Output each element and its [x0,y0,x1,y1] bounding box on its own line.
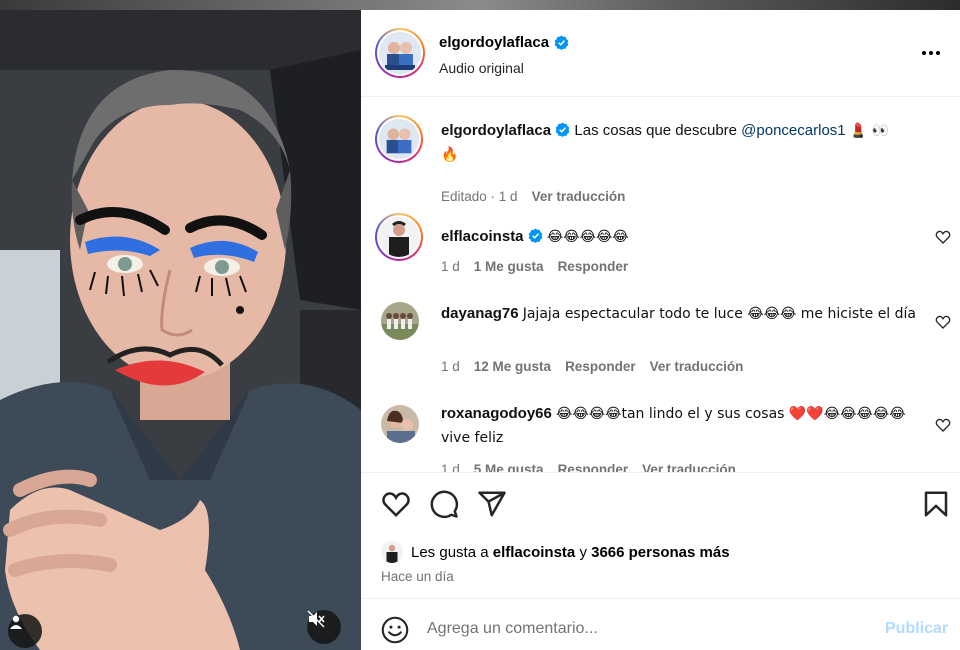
commenter-avatar[interactable] [381,302,419,340]
caption-author-avatar[interactable] [375,115,423,163]
comment-time: 1 d [441,259,460,274]
like-comment-heart-icon[interactable] [935,229,951,245]
comment-translate-link[interactable]: Ver traducción [642,462,736,472]
comment-composer: Publicar [361,598,960,650]
mute-icon [307,610,325,628]
caption-emojis: 💄 👀 [849,123,890,139]
comment-input[interactable] [427,614,867,644]
mute-button[interactable] [307,610,341,644]
likes-connector: y [579,543,587,561]
bookmark-icon[interactable] [921,489,951,519]
caption-edited: Editado · 1 d [441,189,518,204]
post-header: elgordoylaflaca Audio original [361,10,960,97]
commenter-avatar[interactable] [375,213,423,261]
comment-translate-link[interactable]: Ver traducción [650,359,744,374]
comment-likes-link[interactable]: 12 Me gusta [474,359,551,374]
share-icon[interactable] [477,489,507,519]
caption-meta: Editado · 1 d Ver traducción [441,189,625,204]
comment-text: dayanag76 Jajaja espectacular todo te lu… [441,302,932,326]
post-details-panel: elgordoylaflaca Audio original elgordoyl… [361,10,960,650]
heart-icon[interactable] [381,489,411,519]
comment-time: 1 d [441,462,460,472]
reply-link[interactable]: Responder [558,462,629,472]
comment-body: 😂😂😂😂😂 [546,229,629,245]
comment-meta: 1 d 1 Me gusta Responder [441,259,628,274]
video-frame [0,10,361,650]
user-tag-button[interactable] [8,614,42,648]
commenter-avatar[interactable] [381,405,419,443]
caption-translate-link[interactable]: Ver traducción [532,189,626,204]
caption-username[interactable]: elgordoylaflaca [441,122,551,139]
liker-avatar[interactable] [381,541,403,563]
comment-username[interactable]: dayanag76 [441,305,519,322]
comment-time: 1 d [441,359,460,374]
comment-likes-link[interactable]: 5 Me gusta [474,462,544,472]
caption-emoji-fire: 🔥 [441,147,459,163]
verified-icon [554,35,569,50]
reel-video[interactable] [0,10,361,650]
publish-button[interactable]: Publicar [885,620,948,638]
comment-username[interactable]: elflacoinsta [441,228,524,245]
likes-count-link[interactable]: 3666 personas más [591,544,729,561]
background-strip [0,0,960,10]
reply-link[interactable]: Responder [565,359,636,374]
caption-body: Las cosas que descubre [574,122,737,139]
more-icon [922,51,926,55]
post-actions: Les gusta a elflacoinsta y 3666 personas… [361,472,960,600]
reply-link[interactable]: Responder [558,259,629,274]
mention-link[interactable]: @poncecarlos1 [741,122,845,139]
emoji-icon[interactable] [381,616,409,644]
post-author-avatar[interactable] [375,28,425,78]
verified-icon [528,228,543,243]
like-comment-heart-icon[interactable] [935,417,951,433]
comment-body: Jajaja espectacular todo te luce 😂😂😂 me … [522,306,916,322]
more-options-button[interactable] [916,44,946,62]
audio-link[interactable]: Audio original [439,60,524,76]
likes-summary: Les gusta a elflacoinsta y 3666 personas… [381,541,730,563]
comment-likes-link[interactable]: 1 Me gusta [474,259,544,274]
username-link[interactable]: elgordoylaflaca [439,34,549,51]
comment-username[interactable]: roxanagodoy66 [441,405,552,422]
caption-text: elgordoylaflaca Las cosas que descubre @… [441,119,932,167]
comment-text: elflacoinsta 😂😂😂😂😂 [441,225,932,249]
comment-meta: 1 d 5 Me gusta Responder Ver traducción [441,462,736,472]
user-tag-icon [10,615,22,629]
liker-username[interactable]: elflacoinsta [493,544,576,561]
comment-meta: 1 d 12 Me gusta Responder Ver traducción [441,359,743,374]
comment-icon[interactable] [429,489,459,519]
comments-list[interactable]: elgordoylaflaca Las cosas que descubre @… [361,97,960,472]
likes-prefix: Les gusta a [411,543,489,561]
comment-text: roxanagodoy66 😂😂😂😂tan lindo el y sus cos… [441,402,932,450]
post-time[interactable]: Hace un día [381,569,454,584]
verified-icon [555,122,570,137]
like-comment-heart-icon[interactable] [935,314,951,330]
post-author-username[interactable]: elgordoylaflaca [439,34,569,51]
